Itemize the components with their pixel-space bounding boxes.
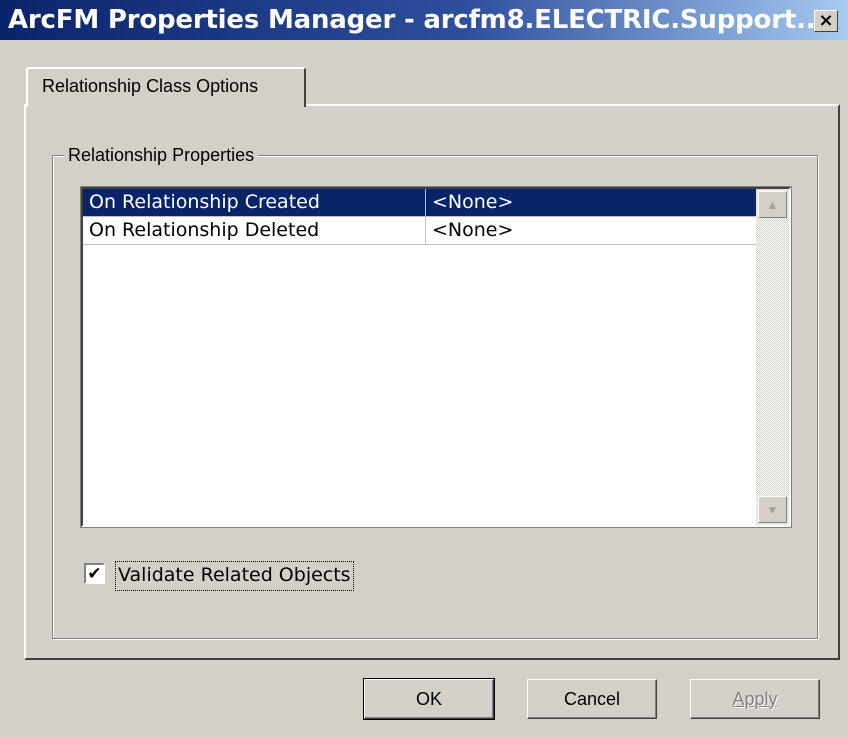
cancel-button-label: Cancel xyxy=(563,688,621,709)
tab-relationship-class-options[interactable]: Relationship Class Options xyxy=(26,67,306,107)
grid-row-relationship-created[interactable]: On Relationship Created <None> xyxy=(83,189,756,217)
checkmark-icon: ✔ xyxy=(87,564,102,583)
group-label: Relationship Properties xyxy=(64,145,259,166)
arrow-up-icon: ▲ xyxy=(766,197,779,212)
tab-label: Relationship Class Options xyxy=(42,76,259,96)
close-icon: × xyxy=(818,10,834,31)
property-value[interactable]: <None> xyxy=(432,191,513,213)
arrow-down-icon: ▼ xyxy=(766,502,779,517)
ok-button[interactable]: OK xyxy=(363,678,495,720)
scroll-up-button[interactable]: ▲ xyxy=(758,191,787,218)
cancel-button[interactable]: Cancel xyxy=(527,679,657,719)
apply-button[interactable]: Apply xyxy=(690,679,820,719)
property-value[interactable]: <None> xyxy=(432,219,513,241)
vertical-scrollbar[interactable]: ▲ ▼ xyxy=(756,189,789,525)
properties-grid[interactable]: On Relationship Created <None> On Relati… xyxy=(80,186,792,528)
validate-related-objects-checkbox[interactable]: ✔ xyxy=(84,563,105,584)
column-divider xyxy=(425,189,426,217)
title-bar[interactable]: ArcFM Properties Manager - arcfm8.ELECTR… xyxy=(0,0,848,40)
column-divider xyxy=(425,217,426,245)
scroll-down-button[interactable]: ▼ xyxy=(758,496,787,523)
property-name: On Relationship Deleted xyxy=(89,219,320,241)
property-name: On Relationship Created xyxy=(89,191,320,213)
apply-button-label: Apply xyxy=(732,688,778,709)
close-button[interactable]: × xyxy=(814,10,838,32)
grid-row-relationship-deleted[interactable]: On Relationship Deleted <None> xyxy=(83,217,756,245)
ok-button-label: OK xyxy=(415,688,442,709)
validate-related-objects-label[interactable]: Validate Related Objects xyxy=(115,561,354,591)
window-title: ArcFM Properties Manager - arcfm8.ELECTR… xyxy=(8,5,826,35)
